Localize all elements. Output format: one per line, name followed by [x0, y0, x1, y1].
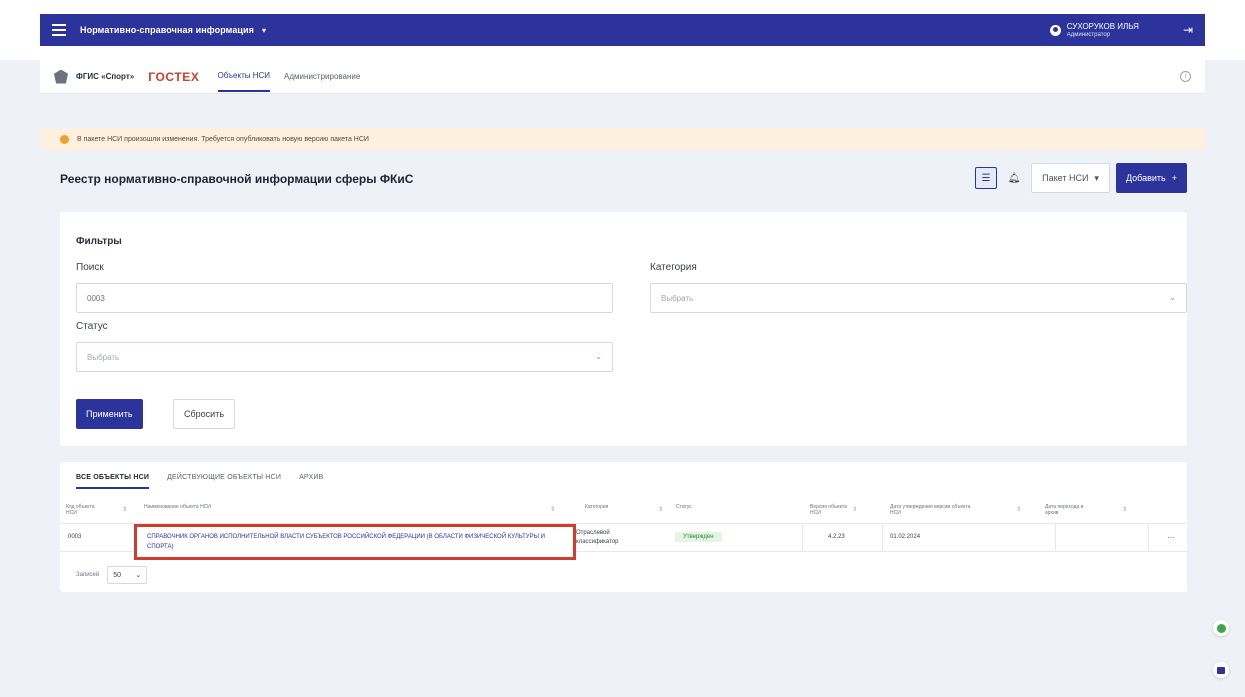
- search-label: Поиск: [76, 262, 104, 273]
- plus-icon: +: [1171, 173, 1177, 183]
- search-input[interactable]: 0003: [76, 283, 613, 313]
- emblem-icon: [54, 69, 68, 84]
- status-badge: Утвержден: [675, 532, 722, 542]
- apply-button[interactable]: Применить: [76, 399, 143, 429]
- header-code[interactable]: Код объекта НСИ: [66, 504, 102, 516]
- object-name-link[interactable]: СПРАВОЧНИК ОРГАНОВ ИСПОЛНИТЕЛЬНОЙ ВЛАСТИ…: [147, 534, 545, 550]
- user-info: СУХОРУКОВ ИЛЬЯ Администратор: [1067, 22, 1139, 39]
- info-icon[interactable]: i: [1180, 71, 1191, 82]
- status-label: Статус: [76, 321, 108, 332]
- column-divider: [802, 524, 803, 552]
- cell-version: 4.2.23: [828, 534, 845, 540]
- table-row[interactable]: 0003 СПРАВОЧНИК ОРГАНОВ ИСПОЛНИТЕЛЬНОЙ В…: [60, 524, 1187, 560]
- category-select[interactable]: Выбрать ⌄: [650, 283, 1187, 313]
- gostech-logo: ГОСТЕХ: [148, 69, 200, 84]
- header-effective-date[interactable]: Дата перехода в архив: [1045, 504, 1093, 516]
- header-name[interactable]: Наименование объекта НСИ: [144, 504, 344, 510]
- header-actions: ☰ 🔔︎ Пакет НСИ ▾ Добавить +: [975, 163, 1187, 193]
- cell-name-highlighted[interactable]: СПРАВОЧНИК ОРГАНОВ ИСПОЛНИТЕЛЬНОЙ ВЛАСТИ…: [134, 524, 576, 560]
- chat-button[interactable]: [1213, 662, 1229, 678]
- sort-icon[interactable]: ⇕: [550, 506, 555, 513]
- column-divider: [1148, 524, 1149, 552]
- nav-link-admin[interactable]: Администрирование: [284, 62, 360, 91]
- warning-icon: [60, 134, 69, 144]
- user-avatar-icon: [1049, 24, 1061, 36]
- hamburger-menu-icon[interactable]: [52, 24, 66, 36]
- package-dropdown-button[interactable]: Пакет НСИ ▾: [1031, 163, 1110, 193]
- category-placeholder: Выбрать: [661, 293, 694, 303]
- page-title: Реестр нормативно-справочной информации …: [60, 172, 414, 186]
- bell-icon[interactable]: 🔔︎: [1003, 167, 1025, 189]
- chat-icon: [1217, 666, 1225, 674]
- filters-title: Фильтры: [76, 236, 122, 247]
- objects-table-card: ВСЕ ОБЪЕКТЫ НСИ ДЕЙСТВУЮЩИЕ ОБЪЕКТЫ НСИ …: [60, 462, 1187, 592]
- category-label: Категория: [650, 262, 697, 273]
- check-circle-icon: [1216, 623, 1226, 633]
- sort-icon[interactable]: ⇕: [658, 506, 663, 513]
- header-status[interactable]: Статус: [676, 504, 692, 510]
- package-label: Пакет НСИ: [1042, 173, 1089, 183]
- header-category[interactable]: Категория: [585, 504, 608, 510]
- pagination: Записей 50 ⌄: [76, 566, 148, 584]
- chevron-down-icon: ⌄: [1169, 293, 1176, 302]
- header-approval-date[interactable]: Дата утверждения версии объекта НСИ: [890, 504, 976, 516]
- app-title[interactable]: Нормативно-справочная информация: [80, 25, 254, 35]
- logout-icon[interactable]: ⇥: [1183, 23, 1193, 37]
- tab-all-objects[interactable]: ВСЕ ОБЪЕКТЫ НСИ: [76, 474, 150, 489]
- sort-icon[interactable]: ⇕: [1122, 506, 1127, 513]
- search-value: 0003: [87, 293, 105, 303]
- reset-button[interactable]: Сбросить: [173, 399, 236, 429]
- brand-name[interactable]: ФГИС «Спорт»: [76, 72, 134, 81]
- table-tabs: ВСЕ ОБЪЕКТЫ НСИ ДЕЙСТВУЮЩИЕ ОБЪЕКТЫ НСИ …: [76, 474, 323, 489]
- more-actions-icon[interactable]: ⋯: [1167, 533, 1175, 542]
- table-header: Код объекта НСИ ⇕ Наименование объекта Н…: [60, 502, 1187, 524]
- status-placeholder: Выбрать: [87, 352, 120, 362]
- nav-link-objects[interactable]: Объекты НСИ: [217, 61, 271, 92]
- package-alert: В пакете НСИ произошли изменения. Требуе…: [40, 128, 1205, 150]
- tab-active-objects[interactable]: ДЕЙСТВУЮЩИЕ ОБЪЕКТЫ НСИ: [167, 474, 281, 489]
- status-indicator-button[interactable]: [1213, 620, 1229, 636]
- page-size-label: Записей: [76, 572, 100, 578]
- page-size-value: 50: [113, 571, 122, 579]
- chevron-down-icon[interactable]: ▾: [262, 26, 266, 35]
- top-bar: Нормативно-справочная информация ▾ СУХОР…: [0, 0, 1245, 60]
- page-size-select[interactable]: 50 ⌄: [107, 566, 148, 584]
- cell-approval-date: 01.02.2024: [890, 534, 921, 540]
- user-name: СУХОРУКОВ ИЛЬЯ: [1066, 21, 1139, 31]
- sort-icon[interactable]: ⇕: [852, 506, 857, 513]
- column-divider: [1055, 524, 1056, 552]
- sort-icon[interactable]: ⇕: [1016, 506, 1021, 513]
- app-header: Нормативно-справочная информация ▾ СУХОР…: [40, 14, 1205, 46]
- list-view-button[interactable]: ☰: [975, 167, 998, 189]
- filters-card: Фильтры Поиск 0003 Категория Выбрать ⌄ С…: [60, 212, 1187, 446]
- tab-archive[interactable]: АРХИВ: [299, 474, 323, 489]
- status-select[interactable]: Выбрать ⌄: [76, 342, 613, 372]
- chevron-down-icon: ⌄: [135, 572, 142, 579]
- header-version[interactable]: Версия объекта НСИ: [810, 504, 848, 516]
- add-label: Добавить: [1125, 173, 1166, 183]
- chevron-down-icon: ⌄: [595, 352, 602, 361]
- add-button[interactable]: Добавить +: [1115, 163, 1187, 193]
- user-menu[interactable]: СУХОРУКОВ ИЛЬЯ Администратор: [1049, 22, 1139, 39]
- sort-icon[interactable]: ⇕: [122, 506, 127, 513]
- cell-category: Отраслевой классификатор: [576, 530, 619, 545]
- column-divider: [882, 524, 883, 552]
- main-nav: ФГИС «Спорт» ГОСТЕХ Объекты НСИ Админист…: [40, 60, 1205, 94]
- alert-text: В пакете НСИ произошли изменения. Требуе…: [77, 135, 369, 143]
- chevron-down-icon: ▾: [1094, 172, 1099, 183]
- user-role: Администратор: [1066, 31, 1111, 38]
- cell-code: 0003: [68, 534, 82, 540]
